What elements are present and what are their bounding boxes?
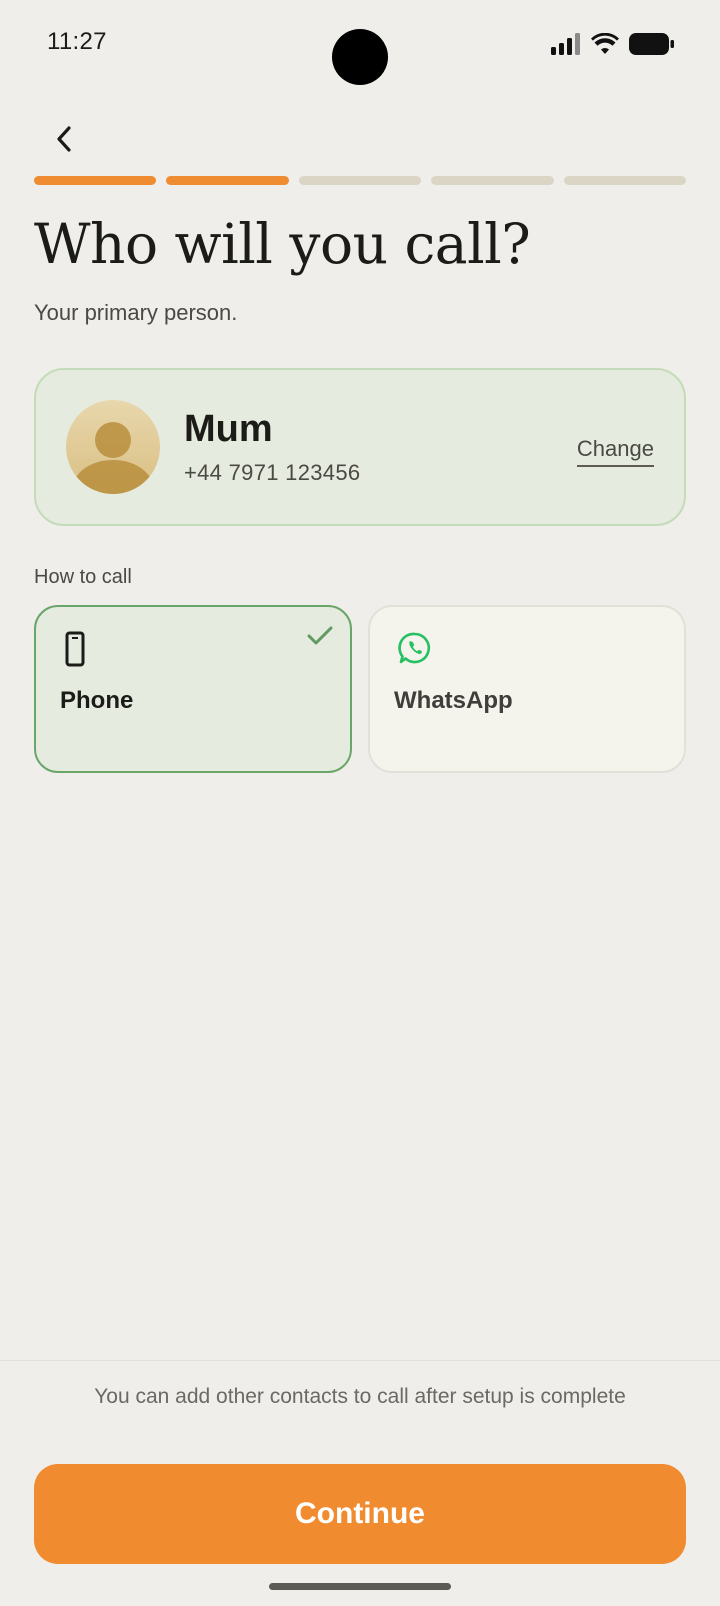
battery-icon (629, 33, 674, 55)
contact-name: Mum (184, 408, 273, 450)
mobile-phone-icon (65, 631, 85, 667)
progress-step (166, 176, 289, 185)
option-whatsapp[interactable]: WhatsApp (368, 605, 686, 773)
progress-step (298, 176, 422, 185)
progress-step (563, 176, 687, 185)
how-to-call-label: How to call (34, 566, 132, 588)
page-subtitle: Your primary person. (34, 300, 238, 325)
whatsapp-icon (398, 632, 431, 664)
avatar (66, 400, 160, 494)
screen: 11:27 Who will you call? Your primary pe… (0, 0, 720, 1606)
option-phone[interactable]: Phone (34, 605, 352, 773)
wifi-icon (591, 33, 619, 54)
option-whatsapp-label: WhatsApp (394, 687, 513, 714)
check-icon (307, 626, 333, 645)
page-title: Who will you call? (34, 212, 531, 276)
signal-icon (551, 33, 580, 55)
progress-bar (34, 176, 687, 185)
continue-button[interactable]: Continue (34, 1464, 686, 1564)
option-phone-label: Phone (60, 687, 134, 714)
progress-step (34, 176, 157, 185)
contact-card: Mum +44 7971 123456 Change (34, 368, 686, 526)
contact-phone: +44 7971 123456 (184, 460, 361, 485)
person-avatar-icon (73, 422, 153, 494)
status-icons (551, 30, 675, 58)
chevron-left-icon (57, 126, 71, 152)
footer-divider (0, 1360, 720, 1361)
home-indicator[interactable] (269, 1583, 451, 1590)
footer-note: You can add other contacts to call after… (94, 1385, 626, 1408)
camera-cutout (332, 29, 388, 85)
progress-step (431, 176, 554, 185)
back-button[interactable] (44, 113, 84, 165)
status-time: 11:27 (47, 28, 107, 55)
change-contact-button[interactable]: Change (576, 436, 654, 467)
